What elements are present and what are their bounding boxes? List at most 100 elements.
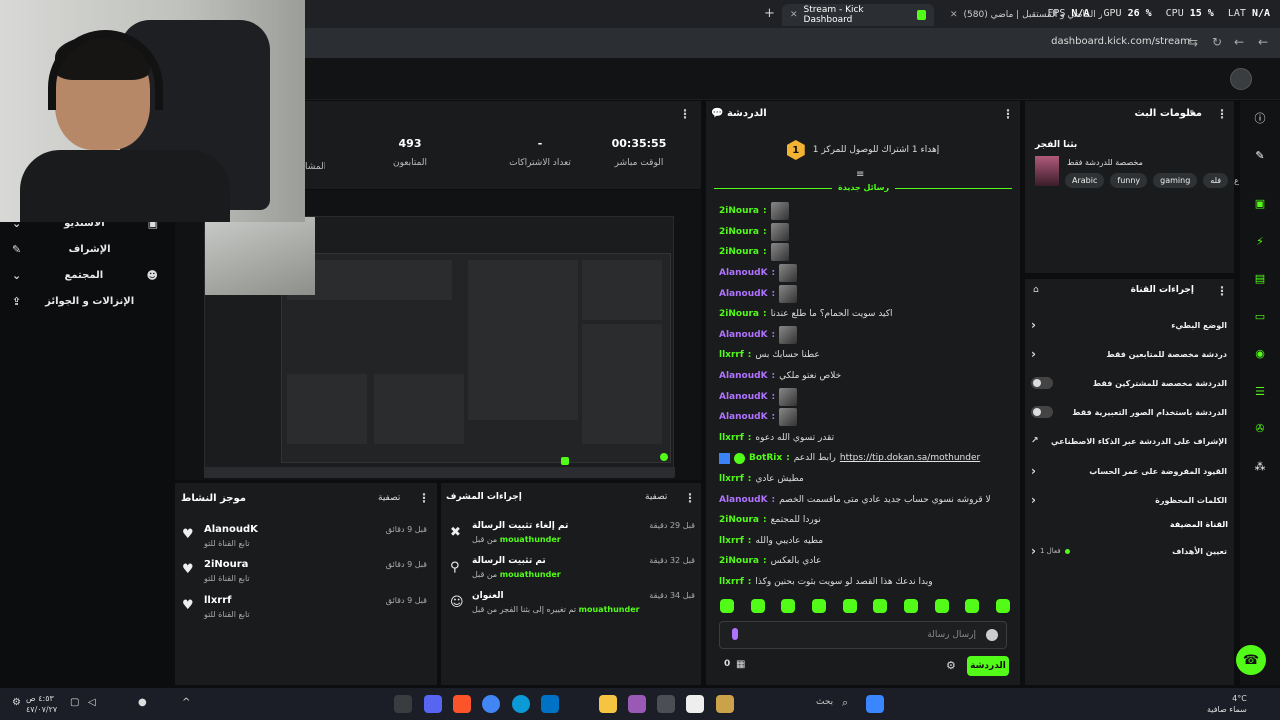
- outlook-icon[interactable]: [541, 695, 559, 713]
- notes-icon[interactable]: ▤: [1250, 268, 1270, 288]
- chat-username[interactable]: llxrrf: [719, 577, 744, 587]
- chat-emote[interactable]: [779, 284, 798, 303]
- filter-button[interactable]: تصفية: [378, 493, 400, 503]
- chat-username[interactable]: 2iNoura: [719, 247, 759, 257]
- chat-username[interactable]: AlanoudK: [719, 371, 768, 381]
- emoji-icon[interactable]: [986, 629, 998, 641]
- mod-user[interactable]: mouathunder: [500, 535, 561, 544]
- activity-user[interactable]: llxrrf: [204, 595, 232, 606]
- teams-icon[interactable]: [657, 695, 675, 713]
- discord-icon[interactable]: [424, 695, 442, 713]
- new-messages-divider[interactable]: رسائل جديدة: [714, 183, 1012, 195]
- mod-user[interactable]: mouathunder: [500, 570, 561, 579]
- pen-icon[interactable]: ✎: [1250, 145, 1270, 165]
- microphone-icon[interactable]: ●: [138, 697, 147, 708]
- app-icon[interactable]: [628, 695, 646, 713]
- action-subscribers-only[interactable]: الدردشة مخصصة للمشتركين فقط: [1031, 373, 1227, 393]
- chat-emote[interactable]: [770, 243, 789, 262]
- mic-icon[interactable]: [732, 628, 738, 640]
- chrome-icon[interactable]: [482, 695, 500, 713]
- file-explorer-icon[interactable]: [599, 695, 617, 713]
- action-slow-mode[interactable]: › الوضع البطيء: [1031, 315, 1227, 335]
- support-button[interactable]: ☎: [1236, 645, 1266, 675]
- settings-icon[interactable]: ⚙: [12, 697, 21, 708]
- gift-icon[interactable]: ▦: [736, 659, 745, 670]
- tab-kick-dashboard[interactable]: ✕ Stream - Kick Dashboard: [782, 4, 934, 26]
- chat-settings-icon[interactable]: ⚙: [946, 659, 956, 672]
- emote[interactable]: [995, 599, 1010, 613]
- action-set-goals[interactable]: › فعال 1 تعيين الأهداف: [1031, 541, 1227, 561]
- chat-username[interactable]: llxrrf: [719, 433, 744, 443]
- more-icon[interactable]: ⋮: [684, 491, 696, 505]
- chat-username[interactable]: llxrrf: [719, 474, 744, 484]
- sidebar-item-drops[interactable]: الإنزالات و الجوائز ⇪: [0, 288, 170, 314]
- activity-user[interactable]: AlanoudK: [204, 524, 258, 535]
- new-tab-button[interactable]: +: [764, 6, 775, 21]
- chat-username[interactable]: 2iNoura: [719, 206, 759, 216]
- toggle-switch[interactable]: [1031, 377, 1053, 389]
- start-icon[interactable]: [866, 695, 884, 713]
- forward-icon[interactable]: ←: [1258, 35, 1268, 49]
- emote[interactable]: [903, 599, 918, 613]
- chat-input[interactable]: إرسال رسالة: [719, 621, 1007, 649]
- notification-icon[interactable]: ▢: [70, 697, 79, 708]
- more-icon[interactable]: ⋮: [1216, 107, 1228, 121]
- back-icon[interactable]: ←: [1234, 35, 1244, 49]
- chat-send-button[interactable]: الدردشة: [967, 656, 1009, 676]
- more-icon[interactable]: ⋮: [1002, 107, 1014, 121]
- chat-username[interactable]: 2iNoura: [719, 515, 759, 525]
- chat-emote[interactable]: [779, 387, 798, 406]
- chat-username[interactable]: AlanoudK: [719, 495, 768, 505]
- emote[interactable]: [934, 599, 949, 613]
- search-icon[interactable]: ⌕: [842, 696, 848, 710]
- chat-link[interactable]: https://tip.dokan.sa/mothunder: [840, 453, 980, 463]
- chat-username[interactable]: AlanoudK: [719, 268, 768, 278]
- share-icon[interactable]: ⁂: [1250, 456, 1270, 476]
- chat-username[interactable]: 2iNoura: [719, 227, 759, 237]
- chat-username[interactable]: AlanoudK: [719, 392, 768, 402]
- site-settings-icon[interactable]: ⇆: [1188, 35, 1198, 49]
- emote[interactable]: [965, 599, 980, 613]
- action-banned-words[interactable]: › الكلمات المحظورة: [1031, 490, 1227, 510]
- sidebar-item-moderation[interactable]: الإشراف ✎: [0, 236, 170, 262]
- reload-icon[interactable]: ↻: [1212, 35, 1222, 49]
- clip-icon[interactable]: ▣: [1250, 193, 1270, 213]
- more-icon[interactable]: ⋮: [1216, 284, 1228, 298]
- chat-username[interactable]: AlanoudK: [719, 412, 768, 422]
- notepad-icon[interactable]: [686, 695, 704, 713]
- more-icon[interactable]: ⋮: [418, 491, 430, 505]
- action-account-age[interactable]: › القيود المفروضة على عمر الحساب: [1031, 461, 1227, 481]
- chat-username[interactable]: 2iNoura: [719, 556, 759, 566]
- app-icon[interactable]: [394, 695, 412, 713]
- collapse-icon[interactable]: ≡: [856, 169, 864, 180]
- chat-emote[interactable]: [779, 325, 798, 344]
- emote[interactable]: [750, 599, 765, 613]
- chat-goal-banner[interactable]: 1 إهداء 1 اشتراك للوصول للمركز 1: [716, 137, 1010, 163]
- filter-button[interactable]: تصفية: [645, 492, 667, 502]
- tray-chevron-icon[interactable]: ^: [182, 697, 190, 708]
- chat-emote[interactable]: [779, 408, 798, 427]
- weather-widget[interactable]: 4°C سماء صافية: [1207, 693, 1247, 715]
- mod-user[interactable]: mouathunder: [579, 605, 640, 614]
- action-followers-only[interactable]: › دردشة مخصصة للمتابعين فقط: [1031, 344, 1227, 364]
- chat-emote[interactable]: [770, 202, 789, 221]
- url-field[interactable]: dashboard.kick.com/stream: [1051, 36, 1190, 47]
- game-icon[interactable]: [716, 695, 734, 713]
- chat-username[interactable]: AlanoudK: [719, 330, 768, 340]
- chat-username[interactable]: 2iNoura: [719, 309, 759, 319]
- info-icon[interactable]: ⓘ: [1250, 108, 1270, 128]
- emote[interactable]: [811, 599, 826, 613]
- toggle-switch[interactable]: [1031, 406, 1053, 418]
- edge-icon[interactable]: [512, 695, 530, 713]
- chat-username[interactable]: BotRix: [749, 453, 782, 463]
- stream-preview[interactable]: [204, 216, 675, 478]
- activity-user[interactable]: 2iNoura: [204, 559, 248, 570]
- emote[interactable]: [873, 599, 888, 613]
- action-ai-moderation[interactable]: ↗ الإشراف على الدردشة عبر الذكاء الاصطناع…: [1031, 431, 1227, 451]
- taskbar-search[interactable]: بحث: [816, 697, 833, 707]
- volume-icon[interactable]: ◁: [88, 697, 96, 708]
- chat-username[interactable]: llxrrf: [719, 536, 744, 546]
- more-icon[interactable]: ⋮: [679, 107, 691, 121]
- layers-icon[interactable]: ☰: [1250, 381, 1270, 401]
- broadcast-icon[interactable]: ◉: [1250, 343, 1270, 363]
